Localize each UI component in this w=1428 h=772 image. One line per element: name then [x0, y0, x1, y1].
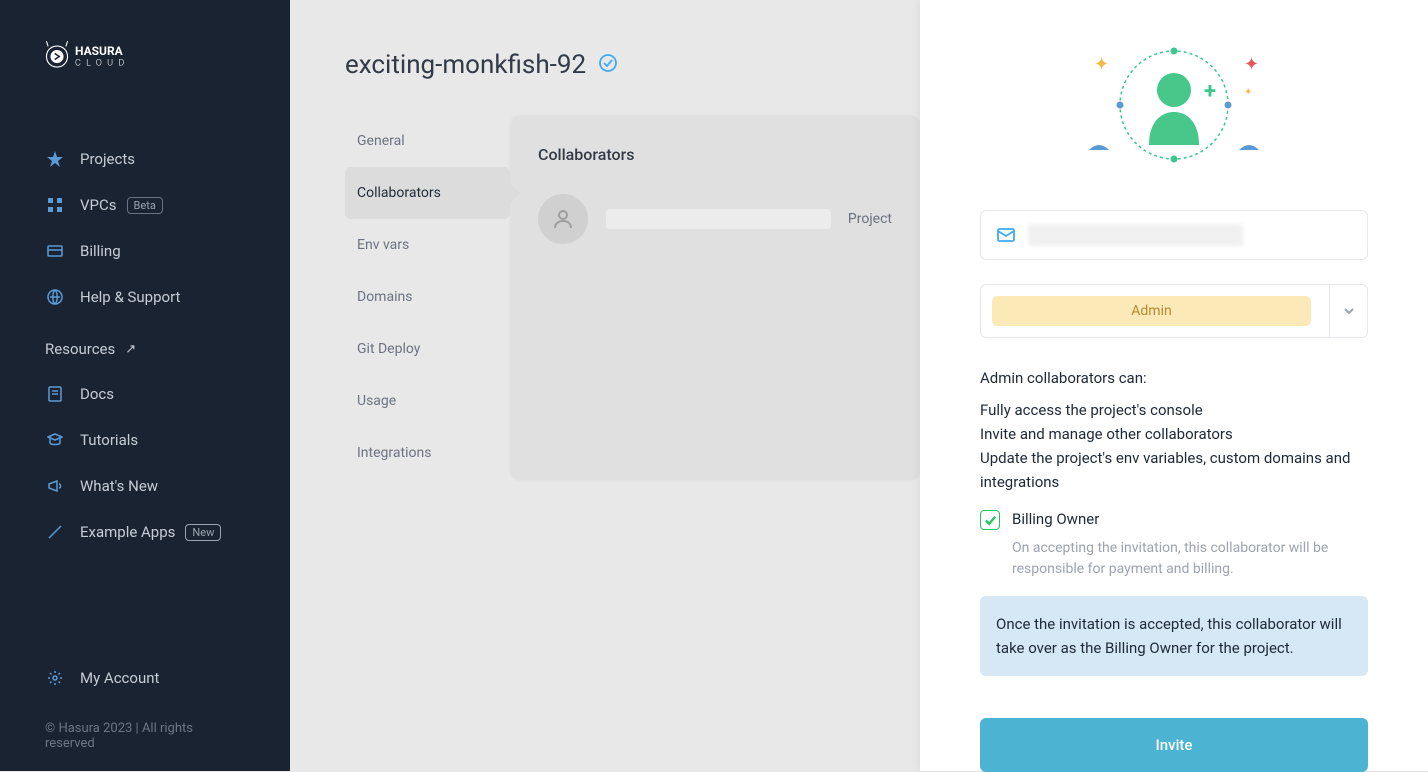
role-pill: Admin [992, 296, 1311, 326]
chevron-down-icon[interactable] [1329, 285, 1367, 337]
email-value-redacted [1028, 224, 1243, 246]
tab-collaborators[interactable]: Collaborators [345, 167, 510, 219]
role-select[interactable]: Admin [980, 284, 1368, 338]
sidebar-item-exampleapps[interactable]: Example Apps New [0, 509, 290, 555]
svg-text:✦: ✦ [1244, 54, 1259, 75]
sidebar-item-label: Tutorials [80, 431, 138, 449]
svg-text:CLOUD: CLOUD [75, 59, 129, 69]
sidebar-item-label: Example Apps [80, 523, 175, 541]
svg-text:✦: ✦ [1094, 54, 1109, 75]
collaborator-email-redacted [606, 209, 831, 229]
tab-domains[interactable]: Domains [345, 271, 510, 323]
verified-icon [598, 53, 618, 77]
tab-general[interactable]: General [345, 115, 510, 167]
sidebar: HASURA CLOUD Projects VPCs Beta Billing [0, 0, 290, 771]
tutorials-icon [45, 430, 65, 450]
sidebar-item-tutorials[interactable]: Tutorials [0, 417, 290, 463]
sidebar-item-label: What's New [80, 477, 158, 495]
info-note: Once the invitation is accepted, this co… [980, 596, 1368, 676]
sidebar-item-label: Help & Support [80, 288, 180, 306]
tab-integrations[interactable]: Integrations [345, 427, 510, 479]
new-badge: New [185, 524, 221, 541]
permissions-heading: Admin collaborators can: [980, 366, 1368, 390]
sidebar-item-projects[interactable]: Projects [0, 136, 290, 182]
billing-owner-desc: On accepting the invitation, this collab… [1012, 538, 1368, 580]
svg-text:+: + [1204, 79, 1216, 104]
sidebar-item-whatsnew[interactable]: What's New [0, 463, 290, 509]
collaborator-row: Project [538, 194, 892, 244]
permissions-list: Fully access the project's console Invit… [980, 398, 1368, 494]
card-title: Collaborators [538, 145, 892, 164]
hasura-logo: HASURA CLOUD [0, 40, 290, 86]
sidebar-item-label: Docs [80, 385, 114, 403]
billing-icon [45, 241, 65, 261]
sidebar-item-vpcs[interactable]: VPCs Beta [0, 182, 290, 228]
check-icon [984, 514, 997, 527]
mail-icon [996, 225, 1016, 245]
wand-icon [45, 522, 65, 542]
project-title: exciting-monkfish-92 [345, 50, 586, 80]
collaborators-card: Collaborators Project [510, 115, 920, 479]
billing-owner-checkbox[interactable] [980, 510, 1000, 530]
sidebar-item-label: VPCs [80, 196, 117, 214]
tab-gitdeploy[interactable]: Git Deploy [345, 323, 510, 375]
projects-icon [45, 149, 65, 169]
invite-button[interactable]: Invite [980, 718, 1368, 772]
svg-text:HASURA: HASURA [75, 44, 124, 58]
settings-tabs: General Collaborators Env vars Domains G… [345, 115, 510, 479]
sidebar-item-label: My Account [80, 669, 159, 687]
beta-badge: Beta [127, 197, 163, 214]
tab-envvars[interactable]: Env vars [345, 219, 510, 271]
sidebar-item-help[interactable]: Help & Support [0, 274, 290, 320]
external-link-icon: ↗ [125, 342, 136, 357]
sidebar-item-label: Billing [80, 242, 121, 260]
sidebar-item-account[interactable]: My Account [45, 655, 245, 701]
email-input[interactable] [980, 210, 1368, 260]
gear-icon [45, 668, 65, 688]
invite-slideout: + ✦ ✦ ✦ Admin Admin collaborators can: F… [920, 0, 1428, 771]
docs-icon [45, 384, 65, 404]
resources-heading[interactable]: Resources ↗ [0, 320, 290, 371]
megaphone-icon [45, 476, 65, 496]
svg-text:✦: ✦ [1244, 87, 1252, 98]
invite-illustration: + ✦ ✦ ✦ [980, 40, 1368, 170]
avatar [538, 194, 588, 244]
billing-owner-checkbox-row: Billing Owner [980, 510, 1368, 530]
sidebar-item-label: Projects [80, 150, 135, 168]
tab-usage[interactable]: Usage [345, 375, 510, 427]
collaborator-role: Project [848, 211, 892, 227]
billing-owner-label: Billing Owner [1012, 510, 1099, 528]
copyright: © Hasura 2023 | All rights reserved [45, 721, 245, 751]
help-icon [45, 287, 65, 307]
sidebar-item-billing[interactable]: Billing [0, 228, 290, 274]
vpcs-icon [45, 195, 65, 215]
sidebar-item-docs[interactable]: Docs [0, 371, 290, 417]
